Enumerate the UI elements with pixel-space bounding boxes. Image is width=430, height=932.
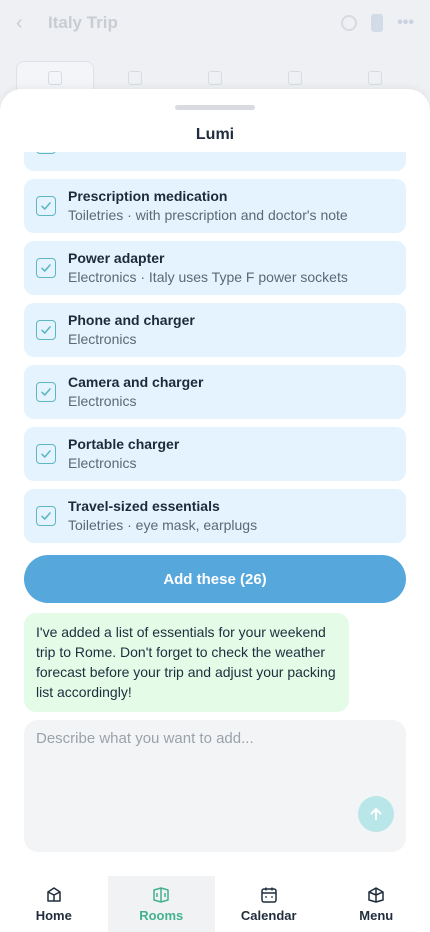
item-name: Travel-sized essentials xyxy=(68,498,220,514)
nav-item-menu[interactable]: Menu xyxy=(323,876,430,932)
item-text: Prescription medication Toiletries · with… xyxy=(68,187,348,225)
list-item[interactable]: Prescription medication Toiletries · with… xyxy=(24,179,406,233)
checkmark-icon xyxy=(41,202,51,210)
calendar-icon xyxy=(261,887,277,903)
nav-label: Menu xyxy=(359,908,394,923)
arrow-up-icon xyxy=(370,808,382,820)
list-item[interactable]: Phone and charger Electronics xyxy=(24,303,406,357)
item-text: Power adapter Electronics · Italy uses Ty… xyxy=(68,249,348,287)
nav-label: Rooms xyxy=(139,908,184,923)
checkmark-icon xyxy=(41,512,51,520)
nav-item-calendar[interactable]: Calendar xyxy=(215,876,323,932)
checkmark-icon xyxy=(41,450,51,458)
item-detail: Electronics · Italy uses Type F power so… xyxy=(68,269,348,285)
checkbox[interactable] xyxy=(36,152,56,154)
background-header: ‹ Italy Trip ••• xyxy=(0,0,430,46)
list-item[interactable]: Travel-sized essentials Toiletries · eye … xyxy=(24,489,406,543)
home-icon xyxy=(47,887,61,902)
item-detail: Toiletries · if applicable xyxy=(68,152,210,154)
item-detail: Toiletries · with prescription and docto… xyxy=(68,207,348,223)
list-item[interactable]: Toiletries · if applicable xyxy=(24,152,406,171)
composer xyxy=(24,720,406,852)
add-these-button[interactable]: Add these (26) xyxy=(24,555,406,603)
more-options-icon[interactable]: ••• xyxy=(397,15,414,31)
bag-icon xyxy=(48,71,62,85)
list-item[interactable]: Portable charger Electronics xyxy=(24,427,406,481)
sheet-title: Lumi xyxy=(195,126,235,143)
rooms-icon xyxy=(153,887,169,903)
nav-item-rooms[interactable]: Rooms xyxy=(107,876,215,932)
item-detail: Electronics xyxy=(68,331,137,347)
item-detail: Electronics xyxy=(68,393,137,409)
menu-icon xyxy=(368,887,384,903)
nav-label: Calendar xyxy=(240,908,297,923)
item-text: Travel-sized essentials Toiletries · eye … xyxy=(68,497,257,535)
checkbox[interactable] xyxy=(36,506,56,526)
checkbox[interactable] xyxy=(36,382,56,402)
edit-icon xyxy=(208,71,222,85)
trip-title: Italy Trip xyxy=(48,13,118,32)
checkmark-icon xyxy=(41,264,51,272)
item-name: Portable charger xyxy=(68,436,180,452)
send-button[interactable] xyxy=(358,796,394,832)
describe-input[interactable] xyxy=(36,730,394,810)
checkbox[interactable] xyxy=(36,320,56,340)
checkmark-icon xyxy=(41,326,51,334)
item-detail: Toiletries · eye mask, earplugs xyxy=(68,517,258,533)
item-text: Phone and charger Electronics xyxy=(68,311,195,349)
nav-item-home[interactable]: Home xyxy=(0,876,108,932)
item-name: Prescription medication xyxy=(68,188,228,204)
wallet-icon xyxy=(288,71,302,85)
search-icon[interactable] xyxy=(341,15,358,31)
assistant-message: I've added a list of essentials for your… xyxy=(24,613,349,712)
nav-label: Home xyxy=(35,908,72,923)
list-item[interactable]: Camera and charger Electronics xyxy=(24,365,406,419)
item-text: Toiletries · if applicable xyxy=(68,152,210,154)
item-detail: Electronics xyxy=(68,455,137,471)
calendar-small-icon xyxy=(368,71,382,85)
item-text: Portable charger Electronics xyxy=(68,435,179,473)
clipboard-icon[interactable] xyxy=(371,14,384,32)
sheet-grabber[interactable] xyxy=(175,105,255,110)
item-name: Camera and charger xyxy=(68,374,204,390)
checkmark-icon xyxy=(41,388,51,396)
note-icon xyxy=(128,71,142,85)
assistant-sheet: Lumi Toiletries · if applicable Prescript… xyxy=(0,89,430,860)
checkbox[interactable] xyxy=(36,196,56,216)
item-text: Camera and charger Electronics xyxy=(68,373,203,411)
suggestion-list-viewport[interactable]: Toiletries · if applicable Prescription m… xyxy=(0,152,430,544)
list-item[interactable]: Power adapter Electronics · Italy uses Ty… xyxy=(24,241,406,295)
suggestion-list: Toiletries · if applicable Prescription m… xyxy=(24,152,406,544)
item-name: Power adapter xyxy=(68,250,165,266)
bottom-nav: Home Rooms Calendar Menu xyxy=(0,860,430,932)
header-actions: ••• xyxy=(341,14,414,32)
checkbox[interactable] xyxy=(36,258,56,278)
back-arrow-icon[interactable]: ‹ xyxy=(16,12,40,35)
item-name: Phone and charger xyxy=(68,312,195,328)
checkbox[interactable] xyxy=(36,444,56,464)
